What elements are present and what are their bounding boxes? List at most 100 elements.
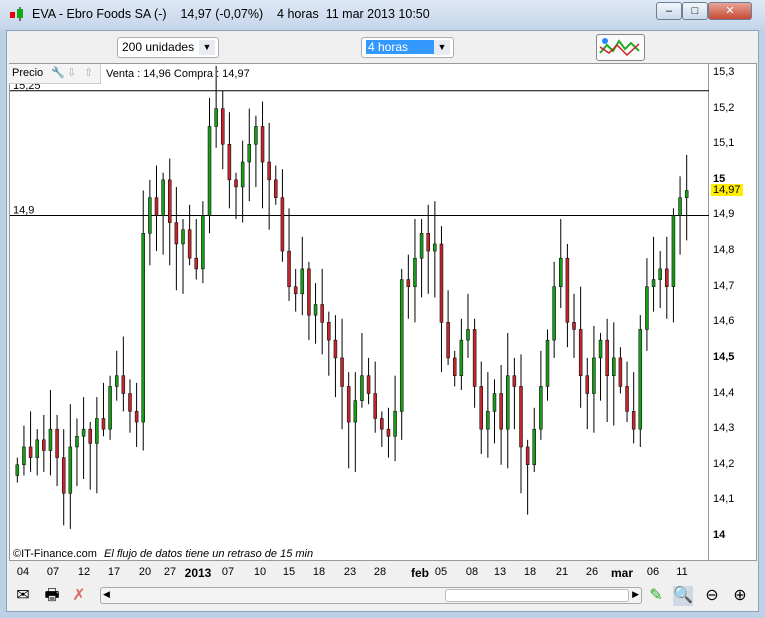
candle-body xyxy=(399,279,404,412)
candle-body xyxy=(161,179,165,216)
candle-body xyxy=(320,304,324,323)
candle-body xyxy=(141,233,145,423)
y-tick-label: 14,1 xyxy=(713,493,735,506)
candle-body xyxy=(61,457,66,494)
time-scrollbar[interactable]: ◀ ▶ xyxy=(100,587,642,604)
scroll-thumb[interactable] xyxy=(445,589,629,602)
x-tick-label: 13 xyxy=(493,566,507,578)
print-icon[interactable]: 🖶 xyxy=(42,586,62,606)
chevron-down-icon: ▼ xyxy=(434,40,450,55)
period-select[interactable]: 4 horas ▼ xyxy=(361,37,454,58)
candle-body xyxy=(240,161,245,188)
candle-body xyxy=(121,375,126,394)
candle-body xyxy=(612,357,616,376)
candle-body xyxy=(260,126,265,163)
units-select[interactable]: 200 unidades ▼ xyxy=(117,37,219,58)
candle-body xyxy=(605,339,609,376)
candle-body xyxy=(532,428,537,466)
x-tick-label: 10 xyxy=(253,566,267,578)
candle-body xyxy=(519,386,523,448)
candle-body xyxy=(35,439,39,458)
zoom-out-icon[interactable]: ⊖ xyxy=(702,586,722,606)
candle-body xyxy=(174,222,179,245)
candle-body xyxy=(108,386,112,430)
x-tick-label: 04 xyxy=(16,566,30,578)
candle-body xyxy=(280,197,285,252)
unlink-icon[interactable]: ✗ xyxy=(69,586,89,606)
candle-body xyxy=(48,428,53,451)
candle-body xyxy=(221,108,225,145)
candle-body xyxy=(114,375,119,387)
move-up-icon[interactable]: ⇧ xyxy=(84,66,93,79)
title-bar: EVA - Ebro Foods SA (-) 14,97 (-0,07%) 4… xyxy=(0,0,765,30)
indicators-button[interactable] xyxy=(596,34,645,61)
x-tick-label: 06 xyxy=(646,566,660,578)
close-button[interactable]: ✕ xyxy=(708,2,752,20)
candle-body xyxy=(492,393,497,412)
candle-body xyxy=(486,411,490,430)
candle-body xyxy=(592,357,596,394)
zoom-in-icon[interactable]: ⊕ xyxy=(730,586,750,606)
time-axis: 04 07 12 17 20 27 2013 07 10 15 18 23 28 feb 05 08 13 18 2… xyxy=(9,561,709,583)
candle-body xyxy=(479,386,483,430)
candle-body xyxy=(433,243,437,252)
candle-body xyxy=(645,286,649,330)
scroll-right-icon[interactable]: ▶ xyxy=(632,589,639,600)
y-tick-label: 14,2 xyxy=(713,457,735,470)
candle-body xyxy=(293,286,298,295)
candle-body xyxy=(631,411,636,430)
y-tick-label: 15,2 xyxy=(713,101,735,114)
wrench-icon[interactable]: 🔧 xyxy=(51,66,65,79)
candle-body xyxy=(68,446,73,494)
candle-body xyxy=(585,375,590,394)
candle-body xyxy=(552,286,556,341)
candle-body xyxy=(671,215,676,287)
candle-body xyxy=(254,126,258,145)
candle-body xyxy=(287,250,291,287)
candle-body xyxy=(274,179,278,198)
candle-body xyxy=(181,229,185,245)
candle-body xyxy=(452,357,457,376)
candlestick-app-icon xyxy=(10,7,23,21)
candle-body xyxy=(201,215,205,270)
x-tick-label: 21 xyxy=(555,566,569,578)
candle-body xyxy=(366,375,371,394)
y-tick-label: 14 xyxy=(713,529,726,541)
candle-body xyxy=(187,229,192,259)
candle-body xyxy=(499,393,503,430)
y-tick-label: 14,4 xyxy=(713,386,735,399)
x-tick-label: 12 xyxy=(77,566,91,578)
candle-body xyxy=(333,339,338,359)
x-tick-label: 08 xyxy=(465,566,479,578)
candle-body xyxy=(148,197,152,234)
candle-body xyxy=(638,329,643,430)
minimize-button[interactable]: ‒ xyxy=(656,2,682,20)
candle-body xyxy=(678,197,682,216)
candle-body xyxy=(194,257,199,270)
chart-area[interactable]: 15,25 14,9 ©IT-Finance.com El flujo de da… xyxy=(9,63,710,561)
candle-body xyxy=(393,411,397,437)
auto-zoom-icon[interactable]: 🔍 xyxy=(673,586,693,606)
candle-body xyxy=(459,339,464,376)
candle-body xyxy=(353,400,358,423)
drawing-tool-icon[interactable]: ✎ xyxy=(646,586,666,606)
candle-body xyxy=(154,197,159,216)
candle-body xyxy=(167,179,172,223)
candle-body xyxy=(472,329,477,387)
mail-icon[interactable]: ✉ xyxy=(13,586,33,606)
candle-body xyxy=(406,279,411,287)
candle-body xyxy=(42,439,46,451)
candle-body xyxy=(512,375,517,387)
maximize-button[interactable]: □ xyxy=(682,2,708,20)
candle-body xyxy=(545,339,550,387)
period-value: 4 horas xyxy=(366,40,436,54)
info-bar: Precio 🔧 ⇩ ⇧ Venta : 14,96 Compra : 14,9… xyxy=(9,64,709,84)
move-down-icon[interactable]: ⇩ xyxy=(67,66,76,79)
x-tick-label: 26 xyxy=(585,566,599,578)
x-tick-label: 20 xyxy=(138,566,152,578)
candle-body xyxy=(426,233,430,252)
candle-body xyxy=(313,304,318,316)
scroll-left-icon[interactable]: ◀ xyxy=(103,589,110,600)
x-tick-label: 18 xyxy=(523,566,537,578)
candle-body xyxy=(307,268,311,316)
